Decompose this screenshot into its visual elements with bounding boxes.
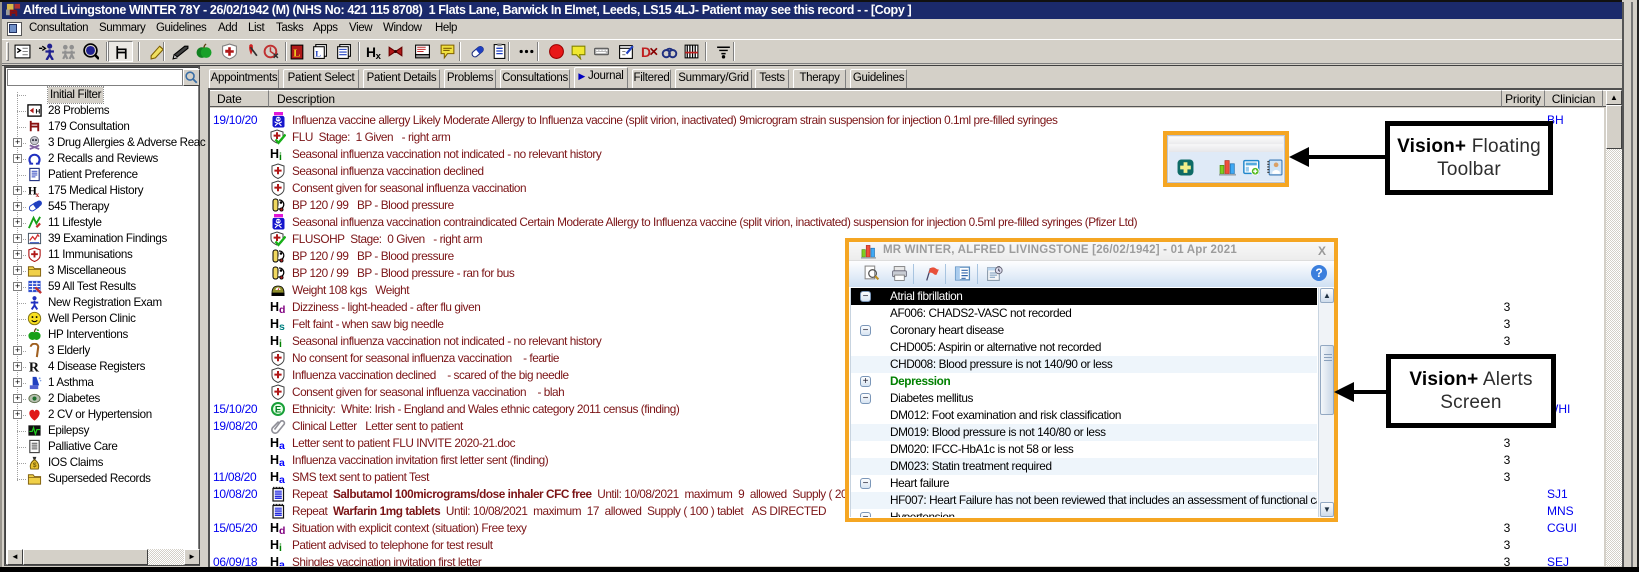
svg-text:L: L	[293, 48, 300, 59]
svg-text:L: L	[315, 48, 321, 58]
svg-text:x: x	[376, 51, 382, 60]
svg-text:D: D	[641, 44, 651, 60]
svg-text:H: H	[366, 44, 376, 60]
